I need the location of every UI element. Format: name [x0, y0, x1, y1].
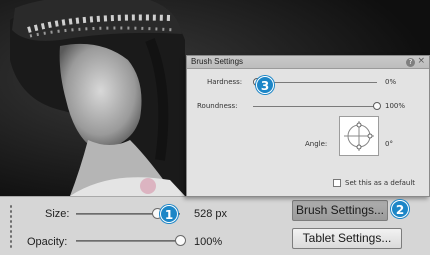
hardness-slider-track[interactable]: [257, 82, 377, 83]
size-label: Size:: [45, 208, 70, 220]
roundness-label: Roundness:: [197, 102, 238, 110]
set-default-checkbox[interactable]: [333, 179, 341, 187]
options-bar-grip[interactable]: [9, 204, 13, 250]
roundness-slider-thumb[interactable]: [373, 102, 381, 110]
brush-settings-panel: Brush Settings ? × Hardness: 0% Roundnes…: [186, 55, 430, 197]
brush-settings-button[interactable]: Brush Settings...: [292, 200, 388, 221]
close-icon[interactable]: ×: [417, 56, 425, 66]
roundness-slider-track[interactable]: [253, 106, 377, 107]
opacity-slider-thumb[interactable]: [174, 235, 186, 246]
help-icon[interactable]: ?: [406, 58, 415, 67]
callout-3-badge: 3: [256, 76, 274, 94]
opacity-value: 100%: [194, 236, 223, 248]
size-value: 528 px: [194, 208, 228, 220]
set-default-label: Set this as a default: [345, 179, 416, 187]
hardness-label: Hardness:: [207, 78, 243, 86]
panel-title-text: Brush Settings: [191, 57, 244, 66]
angle-dial-graphic: [344, 121, 374, 151]
panel-title: Brush Settings: [187, 56, 429, 69]
callout-2-badge: 2: [391, 200, 409, 218]
opacity-label: Opacity:: [27, 236, 68, 248]
opacity-slider-track[interactable]: [76, 240, 180, 242]
angle-label: Angle:: [305, 140, 328, 148]
angle-value: 0°: [385, 140, 393, 148]
tablet-settings-button[interactable]: Tablet Settings...: [292, 228, 402, 249]
angle-dial[interactable]: [339, 116, 379, 156]
hardness-value: 0%: [385, 78, 397, 86]
callout-1-badge: 1: [160, 205, 178, 223]
roundness-value: 100%: [385, 102, 406, 110]
